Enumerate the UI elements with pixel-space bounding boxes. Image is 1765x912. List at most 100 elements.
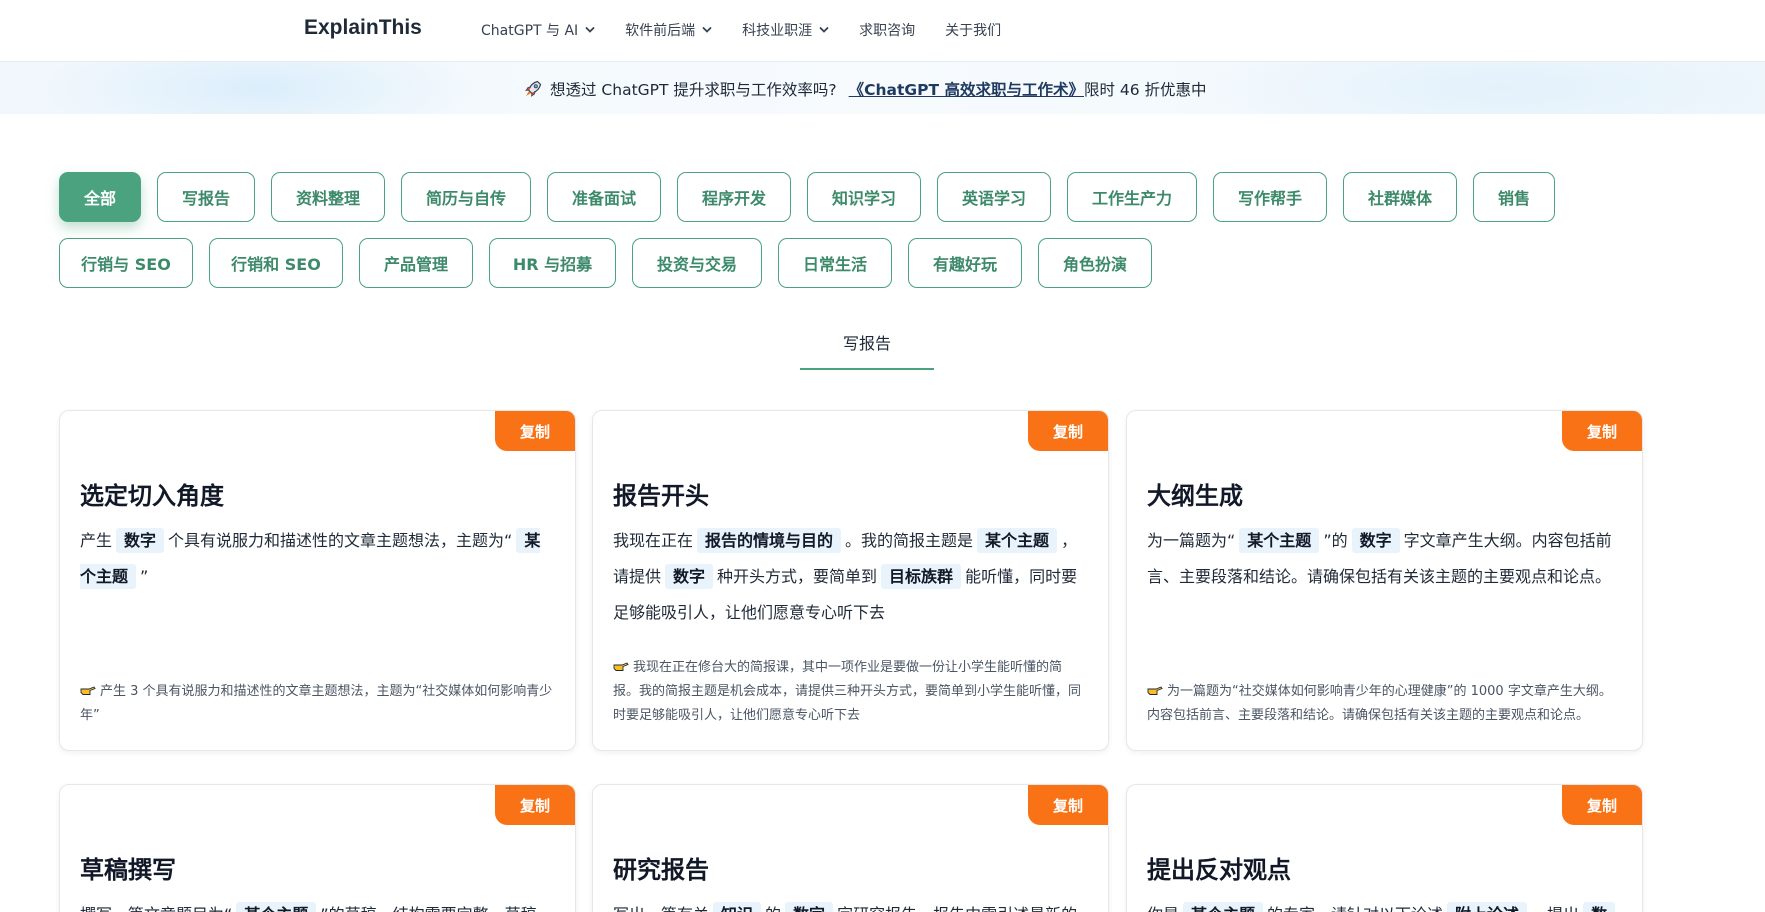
copy-button[interactable]: 复制 (1028, 411, 1108, 451)
nav-item-tech-career[interactable]: 科技业职涯 (742, 20, 829, 40)
card-prompt: 写出一篇有关知识的数字字研究报告，报告中需引述最新的 (613, 897, 1088, 912)
nav-item-about[interactable]: 关于我们 (945, 20, 1001, 40)
nav-item-chatgpt-ai[interactable]: ChatGPT 与 AI (481, 20, 595, 40)
prompt-text: ，提出 (1531, 905, 1579, 912)
banner-course-link[interactable]: 《ChatGPT 高效求职与工作术》 (849, 78, 1084, 100)
prompt-text: 的 (765, 905, 781, 912)
placeholder-tag: 某个主题 (1183, 902, 1264, 912)
nav-item-label: 软件前后端 (625, 23, 696, 39)
category-chip[interactable]: 资料整理 (271, 172, 385, 222)
copy-button[interactable]: 复制 (495, 785, 575, 825)
prompt-text: ”的 (1323, 531, 1348, 550)
placeholder-tag: 数字 (1351, 528, 1400, 553)
category-chip[interactable]: 写报告 (157, 172, 255, 222)
category-chip[interactable]: 销售 (1473, 172, 1555, 222)
prompt-card: 复制 草稿撰写 撰写一篇文章题目为“ 某个主题”的草稿，结构需要完整，草稿 (59, 784, 576, 912)
section-title-tab[interactable]: 写报告 (800, 330, 934, 370)
category-chip[interactable]: 程序开发 (677, 172, 791, 222)
banner-suffix: 限时 46 折优惠中 (1083, 81, 1207, 99)
placeholder-tag: 某个主题 (1239, 528, 1320, 553)
prompt-text: 撰写一篇文章题目为“ (80, 905, 232, 912)
card-example-text: 为一篇题为“社交媒体如何影响青少年的心理健康”的 1000 字文章产生大纲。内容… (1147, 684, 1612, 723)
rocket-icon (525, 80, 542, 97)
main-nav: ChatGPT 与 AI 软件前后端 科技业职涯 求职咨询 关于我们 (481, 20, 1001, 40)
category-chip[interactable]: 行销与 SEO (59, 238, 193, 288)
card-example: 我现在正在修台大的简报课，其中一项作业是要做一份让小学生能听懂的简报。我的简报主… (613, 656, 1086, 728)
placeholder-tag: 数字 (665, 564, 714, 589)
category-chip-all[interactable]: 全部 (59, 172, 141, 222)
card-example-text: 产生 3 个具有说服力和描述性的文章主题想法，主题为“社交媒体如何影响青少年” (80, 684, 553, 723)
placeholder-tag: 数字 (116, 528, 165, 553)
card-prompt: 产生 数字 个具有说服力和描述性的文章主题想法，主题为“ 某个主题” (80, 523, 555, 595)
category-chip[interactable]: 简历与自传 (401, 172, 531, 222)
card-title: 报告开头 (613, 482, 709, 510)
category-chip[interactable]: 社群媒体 (1343, 172, 1457, 222)
placeholder-tag: 数 (1583, 902, 1616, 912)
placeholder-tag: 某个主题 (977, 528, 1058, 553)
category-chip[interactable]: 角色扮演 (1038, 238, 1152, 288)
prompt-text: 字研究报告，报告中需引述最新的 (837, 905, 1077, 912)
category-chip[interactable]: 行销和 SEO (209, 238, 343, 288)
prompt-card: 复制 选定切入角度 产生 数字 个具有说服力和描述性的文章主题想法，主题为“ 某个主题… (59, 410, 576, 751)
card-title: 选定切入角度 (80, 482, 224, 510)
category-chip[interactable]: 知识学习 (807, 172, 921, 222)
copy-button[interactable]: 复制 (1562, 411, 1642, 451)
site-logo[interactable]: ExplainThis (304, 16, 422, 40)
prompt-text: 为一篇题为“ (1147, 531, 1236, 550)
category-chip[interactable]: 产品管理 (359, 238, 473, 288)
nav-item-label: ChatGPT 与 AI (481, 23, 579, 39)
prompt-text: ” (140, 567, 149, 586)
category-chip[interactable]: 英语学习 (937, 172, 1051, 222)
category-chip[interactable]: 写作帮手 (1213, 172, 1327, 222)
prompt-card: 复制 研究报告 写出一篇有关知识的数字字研究报告，报告中需引述最新的 (592, 784, 1109, 912)
placeholder-tag: 目标族群 (881, 564, 962, 589)
category-chip[interactable]: 工作生产力 (1067, 172, 1197, 222)
prompt-card: 复制 提出反对观点 你是某个主题的专家，请针对以下论述附上论述，提出数 (1126, 784, 1643, 912)
card-example-text: 我现在正在修台大的简报课，其中一项作业是要做一份让小学生能听懂的简报。我的简报主… (613, 660, 1082, 723)
category-chip[interactable]: 投资与交易 (632, 238, 762, 288)
prompt-text: 产生 (80, 531, 113, 550)
card-title: 大纲生成 (1147, 482, 1243, 510)
nav-item-label: 科技业职涯 (742, 23, 813, 39)
pointing-hand-icon (613, 662, 629, 671)
prompt-card: 复制 报告开头 我现在正在 报告的情境与目的 。我的简报主题是 某个主题 ，请提供 数字种… (592, 410, 1109, 751)
pointing-hand-icon (80, 686, 96, 695)
card-title: 提出反对观点 (1147, 856, 1291, 884)
placeholder-tag: 数字 (785, 902, 834, 912)
card-prompt: 撰写一篇文章题目为“ 某个主题”的草稿，结构需要完整，草稿 (80, 897, 555, 912)
top-navbar: ExplainThis ChatGPT 与 AI 软件前后端 科技业职涯 求职咨… (0, 0, 1765, 62)
card-title: 研究报告 (613, 856, 709, 884)
prompt-text: 我现在正在 (613, 531, 694, 550)
prompt-text: 写出一篇有关 (613, 905, 709, 912)
chevron-down-icon (702, 27, 712, 33)
copy-button[interactable]: 复制 (495, 411, 575, 451)
placeholder-tag: 某个主题 (236, 902, 317, 912)
promo-banner: 想透过 ChatGPT 提升求职与工作效率吗? 《ChatGPT 高效求职与工作… (0, 62, 1765, 114)
prompt-card: 复制 大纲生成 为一篇题为“ 某个主题 ”的 数字 字文章产生大纲。内容包括前言、主要段… (1126, 410, 1643, 751)
copy-button[interactable]: 复制 (1028, 785, 1108, 825)
placeholder-tag: 附上论述 (1447, 902, 1528, 912)
placeholder-tag: 报告的情境与目的 (697, 528, 842, 553)
prompt-text: 你是 (1147, 905, 1179, 912)
prompt-text: 。我的简报主题是 (845, 531, 974, 550)
nav-item-label: 求职咨询 (859, 23, 916, 39)
category-chip[interactable]: 日常生活 (778, 238, 892, 288)
banner-text: 想透过 ChatGPT 提升求职与工作效率吗? (550, 81, 837, 99)
card-example: 产生 3 个具有说服力和描述性的文章主题想法，主题为“社交媒体如何影响青少年” (80, 680, 553, 728)
card-prompt: 你是某个主题的专家，请针对以下论述附上论述，提出数 (1147, 897, 1622, 912)
category-chip[interactable]: 有趣好玩 (908, 238, 1022, 288)
card-prompt: 我现在正在 报告的情境与目的 。我的简报主题是 某个主题 ，请提供 数字 种开头方式，要简单… (613, 523, 1088, 631)
card-title: 草稿撰写 (80, 856, 176, 884)
category-chip[interactable]: 准备面试 (547, 172, 661, 222)
prompt-text: 的专家，请针对以下论述 (1267, 905, 1443, 912)
nav-item-job-consult[interactable]: 求职咨询 (859, 20, 915, 40)
prompt-text: ”的草稿，结构需要完整，草稿 (320, 905, 536, 912)
placeholder-tag: 知识 (713, 902, 762, 912)
nav-item-label: 关于我们 (945, 23, 1002, 39)
card-example: 为一篇题为“社交媒体如何影响青少年的心理健康”的 1000 字文章产生大纲。内容… (1147, 680, 1620, 728)
card-prompt: 为一篇题为“ 某个主题 ”的 数字 字文章产生大纲。内容包括前言、主要段落和结论。请确保… (1147, 523, 1622, 595)
chevron-down-icon (819, 27, 829, 33)
copy-button[interactable]: 复制 (1562, 785, 1642, 825)
nav-item-software[interactable]: 软件前后端 (625, 20, 712, 40)
category-chip[interactable]: HR 与招募 (489, 238, 616, 288)
